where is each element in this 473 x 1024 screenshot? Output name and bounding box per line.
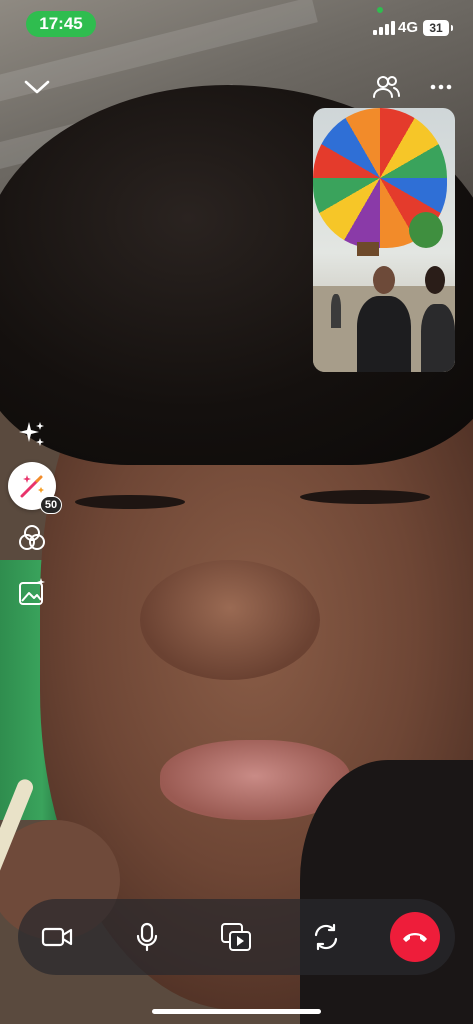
flip-camera-button[interactable] (300, 911, 352, 963)
bystander (331, 294, 341, 328)
status-time: 17:45 (26, 11, 96, 37)
color-filter-icon (19, 525, 45, 550)
media-share-button[interactable] (210, 911, 262, 963)
right-eye (300, 490, 430, 504)
image-sparkle-icon (19, 578, 45, 605)
chevron-down-icon (24, 80, 50, 94)
filters-button[interactable] (16, 522, 48, 554)
sparkles-icon (19, 422, 44, 446)
flip-camera-icon (314, 923, 338, 951)
left-eye (75, 495, 185, 509)
bystander (357, 296, 411, 372)
self-view-pip[interactable] (313, 108, 455, 372)
effects-count-badge: 50 (40, 496, 62, 514)
signal-strength-icon (373, 21, 395, 35)
network-type: 4G (398, 19, 419, 36)
ai-effects-button[interactable] (16, 418, 48, 450)
media-share-icon (221, 923, 251, 951)
participants-button[interactable] (370, 72, 402, 102)
call-controls-bar (18, 899, 455, 975)
microphone-icon (136, 922, 158, 952)
ellipsis-icon (430, 84, 452, 90)
background-button[interactable] (16, 575, 48, 609)
phone-hangup-icon (403, 933, 427, 942)
person-shoulder (300, 760, 473, 1024)
magic-wand-icon (20, 475, 44, 498)
bystander-head (425, 266, 445, 294)
balloon-basket (357, 242, 379, 256)
video-camera-icon (41, 927, 73, 947)
end-call-button[interactable] (390, 912, 440, 962)
camera-toggle-button[interactable] (31, 911, 83, 963)
camera-in-use-indicator (377, 7, 383, 13)
mic-toggle-button[interactable] (121, 911, 173, 963)
person-nose (140, 560, 320, 680)
more-options-button[interactable] (425, 76, 457, 98)
hot-air-balloon (409, 212, 443, 248)
collapse-button[interactable] (20, 72, 54, 102)
people-icon (373, 76, 400, 98)
bystander (421, 304, 455, 372)
battery-level: 31 (423, 20, 453, 36)
home-indicator[interactable] (152, 1009, 321, 1014)
bystander-head (373, 266, 395, 294)
